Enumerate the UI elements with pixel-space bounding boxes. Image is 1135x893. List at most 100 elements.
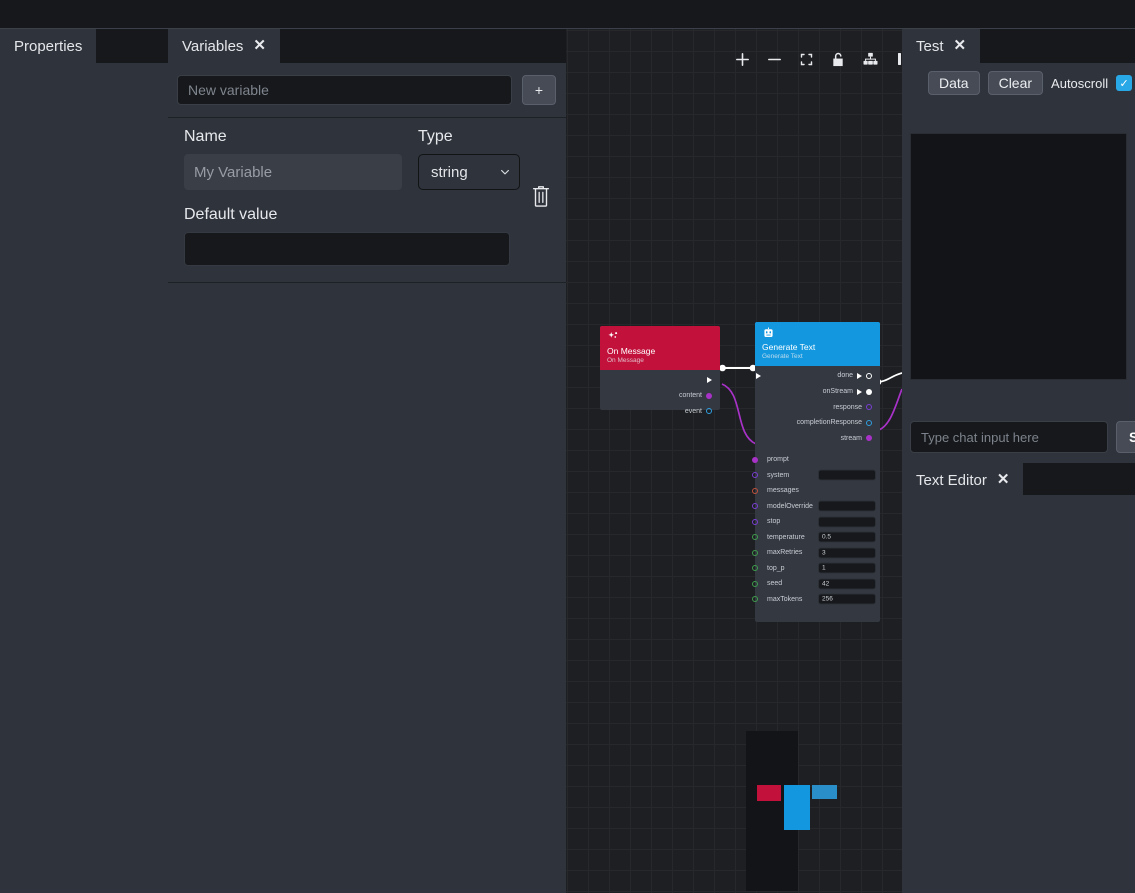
port-out-onstream-dot[interactable] — [866, 389, 872, 395]
port-in-seed[interactable]: seed 42 — [755, 576, 880, 592]
tab-test[interactable]: Test ✕ — [902, 29, 980, 63]
port-out-stream-dot[interactable] — [866, 435, 872, 441]
zoom-in-icon[interactable] — [732, 49, 752, 69]
data-button[interactable]: Data — [928, 71, 980, 95]
port-out-event[interactable]: event — [600, 403, 720, 419]
port-out-content-dot[interactable] — [706, 393, 712, 399]
robot-icon — [762, 327, 775, 340]
port-out-completionresponse[interactable]: completionResponse — [755, 415, 880, 431]
pause-icon[interactable] — [892, 49, 902, 69]
variable-name-label: Name — [184, 128, 402, 146]
port-in-temperature-dot[interactable] — [752, 534, 758, 540]
port-in-maxtokens[interactable]: maxTokens 256 — [755, 591, 880, 607]
edge-stream — [879, 389, 902, 430]
check-icon: ✓ — [1120, 77, 1129, 90]
exec-in-icon — [756, 373, 761, 379]
port-in-stop[interactable]: stop — [755, 514, 880, 530]
port-out-content[interactable]: content — [600, 388, 720, 404]
new-variable-row: + — [168, 63, 566, 118]
variable-type-select[interactable]: string — [418, 154, 520, 190]
port-out-event-label: event — [685, 408, 702, 415]
node-generate-text-exec-in[interactable]: done — [755, 368, 880, 384]
variable-default-input[interactable] — [184, 232, 510, 266]
node-on-message-exec-out[interactable] — [600, 372, 720, 388]
autoscroll-checkbox[interactable]: ✓ — [1116, 75, 1132, 91]
port-in-seed-field[interactable]: 42 — [818, 578, 876, 589]
tab-variables[interactable]: Variables ✕ — [168, 29, 280, 63]
port-in-prompt[interactable]: prompt — [755, 452, 880, 468]
port-in-top-p-dot[interactable] — [752, 565, 758, 571]
port-out-onstream[interactable]: onStream — [755, 384, 880, 400]
node-generate-text[interactable]: Generate Text Generate Text done onStrea… — [755, 322, 880, 622]
canvas-minimap[interactable] — [746, 731, 798, 891]
port-in-messages[interactable]: messages — [755, 483, 880, 499]
zoom-out-icon[interactable] — [764, 49, 784, 69]
text-editor-body[interactable] — [902, 495, 1135, 893]
port-in-stop-dot[interactable] — [752, 519, 758, 525]
node-generate-text-header[interactable]: Generate Text Generate Text — [755, 322, 880, 366]
close-icon[interactable]: ✕ — [997, 472, 1010, 487]
auto-layout-icon[interactable] — [860, 49, 880, 69]
node-graph-canvas[interactable]: On Message On Message content event — [566, 29, 902, 893]
variables-tab-strip: Variables ✕ — [168, 29, 566, 63]
test-controls: Data Clear Autoscroll ✓ — [902, 63, 1135, 103]
fit-view-icon[interactable] — [796, 49, 816, 69]
test-log-area[interactable] — [910, 133, 1127, 380]
node-on-message[interactable]: On Message On Message content event — [600, 326, 720, 410]
variable-fields: Name Type string — [168, 128, 566, 266]
port-out-done-dot[interactable] — [866, 373, 872, 379]
port-out-completionresponse-dot[interactable] — [866, 420, 872, 426]
port-in-temperature-label: temperature — [767, 534, 805, 541]
chat-input[interactable] — [910, 421, 1108, 453]
node-on-message-header[interactable]: On Message On Message — [600, 326, 720, 370]
port-in-top-p-field[interactable]: 1 — [818, 563, 876, 574]
port-in-maxtokens-field[interactable]: 256 — [818, 594, 876, 605]
close-icon[interactable]: ✕ — [954, 38, 967, 53]
port-in-temperature[interactable]: temperature 0.5 — [755, 529, 880, 545]
port-in-modeloverride[interactable]: modelOverride — [755, 498, 880, 514]
port-in-system[interactable]: system — [755, 467, 880, 483]
port-in-maxretries[interactable]: maxRetries 3 — [755, 545, 880, 561]
port-out-response-label: response — [833, 404, 862, 411]
port-in-maxretries-field[interactable]: 3 — [818, 547, 876, 558]
port-in-maxtokens-dot[interactable] — [752, 596, 758, 602]
minimap-node-extra — [812, 785, 837, 799]
lock-icon[interactable] — [828, 49, 848, 69]
port-in-temperature-field[interactable]: 0.5 — [818, 532, 876, 543]
port-out-response-dot[interactable] — [866, 404, 872, 410]
clear-button[interactable]: Clear — [988, 71, 1043, 95]
properties-tab-strip: Properties — [0, 29, 168, 63]
port-in-temperature-field-wrap: 0.5 — [818, 532, 876, 543]
port-in-modeloverride-dot[interactable] — [752, 503, 758, 509]
tab-text-editor-label: Text Editor — [916, 473, 987, 488]
port-in-modeloverride-field[interactable] — [818, 501, 876, 512]
node-generate-text-title: Generate Text — [762, 342, 874, 353]
port-in-seed-dot[interactable] — [752, 581, 758, 587]
edge-onstream — [879, 373, 902, 382]
port-in-system-field[interactable] — [818, 470, 876, 481]
new-variable-input[interactable] — [177, 75, 512, 105]
port-in-top-p[interactable]: top_p 1 — [755, 560, 880, 576]
node-on-message-title: On Message — [607, 346, 714, 357]
editor-tab-strip: Text Editor ✕ — [902, 463, 1135, 495]
port-in-messages-label: messages — [767, 487, 799, 494]
tab-text-editor[interactable]: Text Editor ✕ — [902, 463, 1023, 497]
port-in-seed-field-wrap: 42 — [818, 578, 876, 589]
variable-type-col: Type string — [418, 128, 520, 190]
tab-properties[interactable]: Properties — [0, 29, 96, 63]
close-icon[interactable]: ✕ — [253, 38, 266, 53]
port-out-event-dot[interactable] — [706, 408, 712, 414]
trash-icon[interactable] — [530, 184, 552, 208]
port-in-system-dot[interactable] — [752, 472, 758, 478]
port-out-stream[interactable]: stream — [755, 430, 880, 446]
test-panel-body: Data Clear Autoscroll ✓ Send — [902, 63, 1135, 463]
port-in-prompt-dot[interactable] — [752, 457, 758, 463]
port-in-messages-dot[interactable] — [752, 488, 758, 494]
send-button[interactable]: Send — [1116, 421, 1135, 453]
port-in-stop-field[interactable] — [818, 516, 876, 527]
port-out-response[interactable]: response — [755, 399, 880, 415]
autoscroll-label: Autoscroll — [1051, 76, 1108, 91]
add-variable-button[interactable]: + — [522, 75, 556, 105]
port-in-maxretries-dot[interactable] — [752, 550, 758, 556]
variable-name-input[interactable] — [184, 154, 402, 190]
